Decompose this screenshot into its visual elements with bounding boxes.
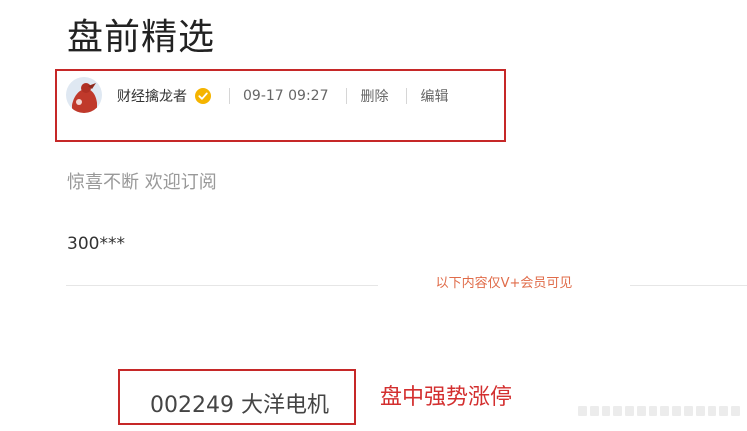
post-title: 盘前精选 (67, 17, 216, 58)
meta-separator (346, 88, 348, 104)
stock-name-label: 002249 大洋电机 (150, 393, 329, 418)
meta-separator (406, 88, 408, 104)
post-subtitle: 惊喜不断 欢迎订阅 (67, 172, 217, 193)
stock-code-preview: 300*** (67, 234, 125, 254)
verified-badge-icon (195, 88, 211, 104)
post-meta-row: 财经擒龙者 09-17 09:27 删除 编辑 (117, 86, 448, 106)
divider (66, 285, 378, 286)
divider (630, 285, 747, 286)
blurred-content-placeholder (578, 406, 740, 416)
delete-button[interactable]: 删除 (360, 86, 388, 106)
meta-separator (229, 88, 230, 104)
edit-button[interactable]: 编辑 (420, 86, 448, 106)
avatar[interactable] (66, 77, 102, 113)
vip-only-notice: 以下内容仅V+会员可见 (435, 276, 573, 291)
author-name[interactable]: 财经擒龙者 (117, 86, 187, 106)
avatar-image (66, 77, 102, 113)
limit-up-annotation: 盘中强势涨停 (380, 385, 513, 410)
post-time: 09-17 09:27 (243, 88, 329, 104)
